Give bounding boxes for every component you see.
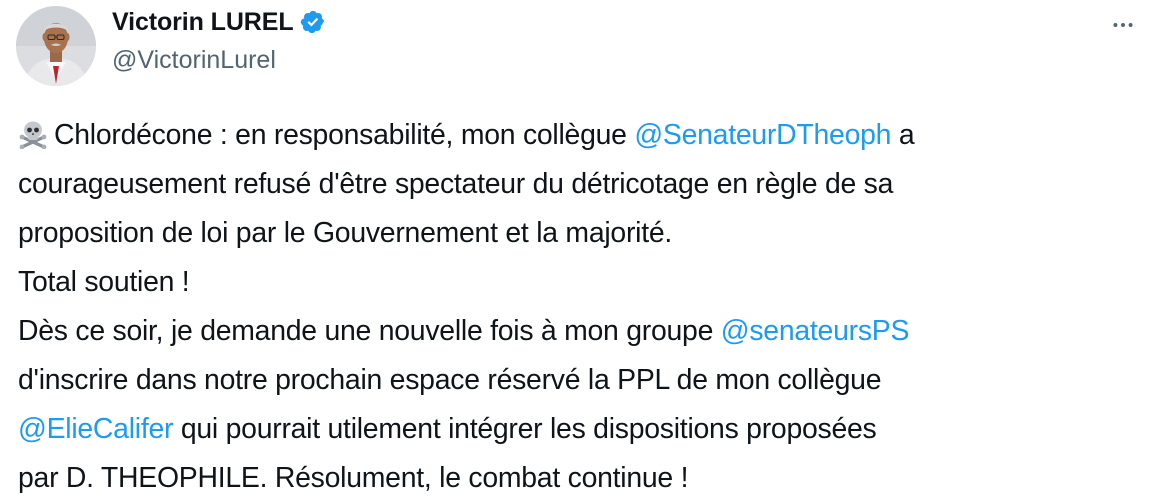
author-name-row: Victorin LUREL [112, 6, 326, 38]
tweet-line: proposition de loi par le Gouvernement e… [18, 217, 673, 249]
tweet-text-segment: qui pourrait utilement intégrer les disp… [173, 413, 877, 445]
author-handle[interactable]: @VictorinLurel [112, 46, 276, 75]
tweet-text: Chlordécone : en responsabilité, mon col… [18, 111, 1138, 503]
tweet-text-segment: Dès ce soir, je demande une nouvelle foi… [18, 315, 721, 347]
tweet-line: @ElieCalifer qui pourrait utilement inté… [18, 405, 1138, 454]
tweet-text-segment: a [891, 119, 915, 151]
tweet-text-segment: Chlordécone : en responsabilité, mon col… [54, 119, 635, 151]
tweet-line: Dès ce soir, je demande une nouvelle foi… [18, 307, 1138, 356]
tweet-line: par D. THEOPHILE. Résolument, le combat … [18, 462, 689, 494]
mention-link[interactable]: @senateursPS [721, 315, 910, 347]
tweet-line: Chlordécone : en responsabilité, mon col… [18, 111, 1138, 160]
mention-link[interactable]: @ElieCalifer [18, 413, 173, 445]
tweet-line: Total soutien ! [18, 266, 190, 298]
author-display-name[interactable]: Victorin LUREL [112, 8, 294, 37]
tweet-card: Victorin LUREL @VictorinLurel Chlordécon… [0, 0, 1156, 498]
tweet-line: courageusement refusé d'être spectateur … [18, 168, 894, 200]
profile-photo [16, 6, 96, 86]
avatar[interactable] [16, 6, 96, 86]
skull-and-crossbones-icon [18, 116, 48, 150]
tweet-line: d'inscrire dans notre prochain espace ré… [18, 364, 882, 396]
mention-link[interactable]: @SenateurDTheoph [634, 119, 891, 151]
verified-badge-icon [300, 9, 326, 35]
more-options-icon [1113, 23, 1133, 27]
more-options-button[interactable] [1108, 10, 1138, 40]
